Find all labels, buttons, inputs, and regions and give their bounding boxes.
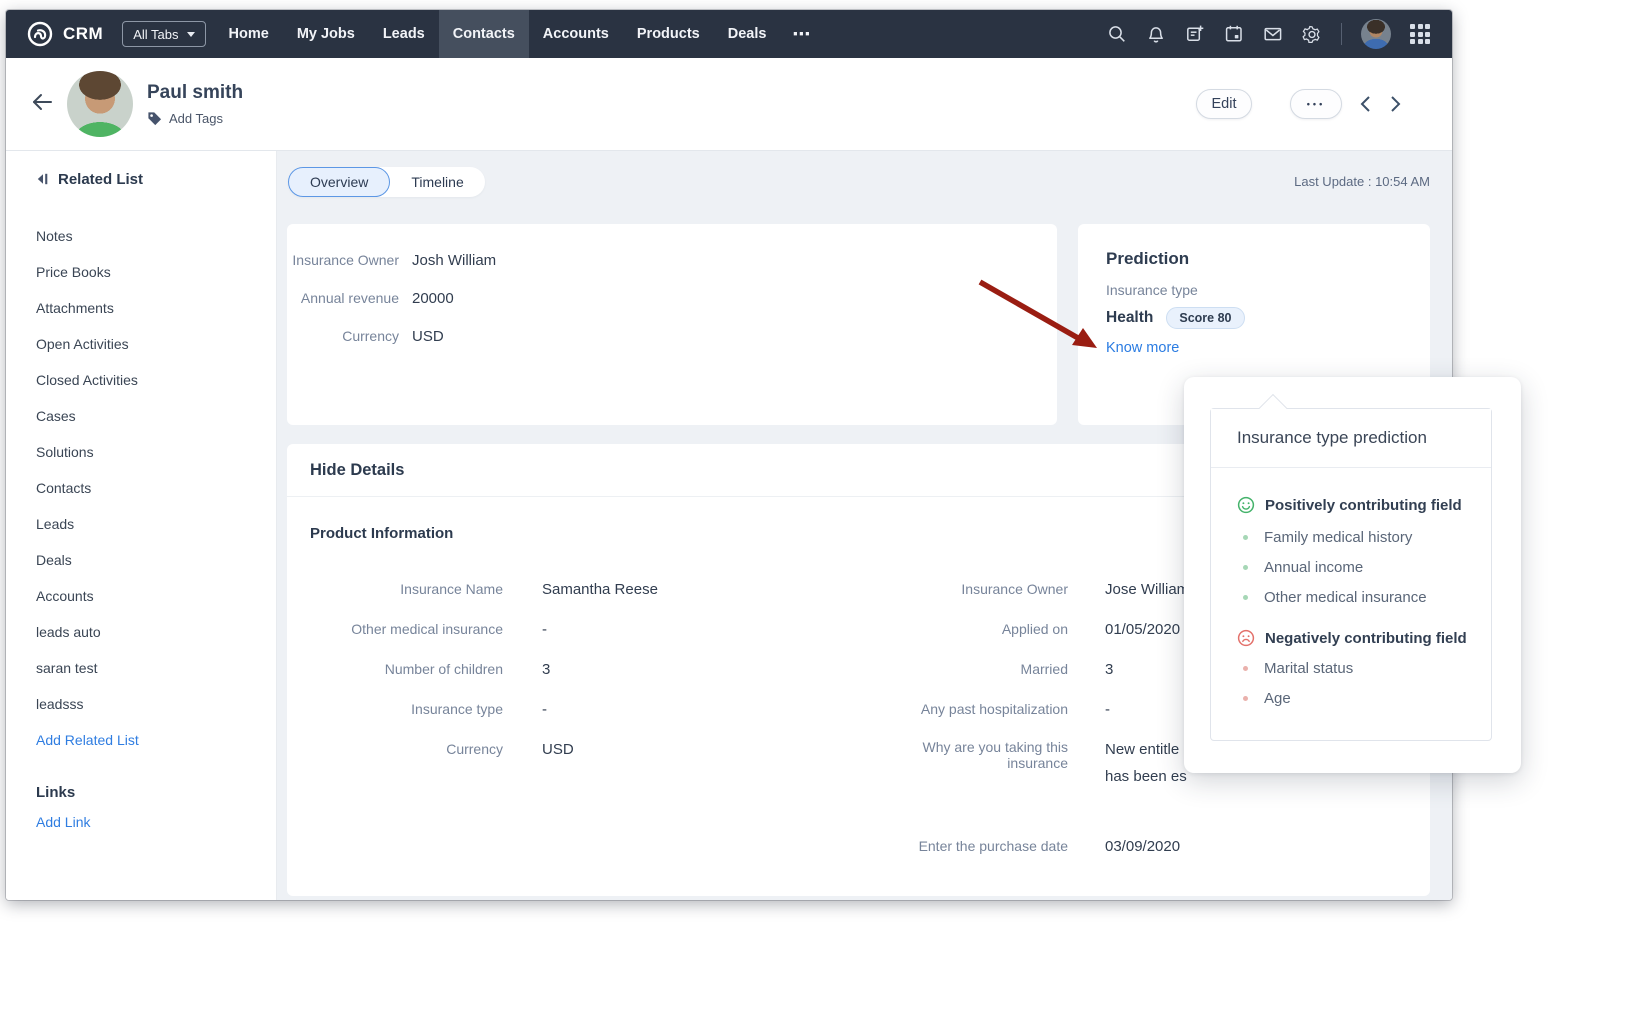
field-row: Enter the purchase date 03/09/2020 [918,837,1181,855]
popup-title: Insurance type prediction [1211,409,1491,468]
nav-item-products[interactable]: Products [623,10,714,58]
settings-gear-icon[interactable] [1302,24,1322,44]
chevron-down-icon [186,31,195,37]
divider [1341,23,1342,45]
prediction-popup-card: Insurance type prediction Positively con… [1210,393,1492,741]
top-nav: CRM All Tabs Home My Jobs Leads Contacts… [6,10,1452,58]
tag-icon [148,112,162,126]
main-menu: Home My Jobs Leads Contacts Accounts Pro… [215,10,824,58]
field-row: Currency USD [342,327,444,345]
sidebar-item-deals[interactable]: Deals [36,542,276,578]
sad-face-icon [1237,629,1255,647]
sidebar-item-accounts[interactable]: Accounts [36,578,276,614]
smiley-face-icon [1237,496,1255,514]
sidebar-item-notes[interactable]: Notes [36,218,276,254]
nav-item-accounts[interactable]: Accounts [529,10,623,58]
view-tabs: Overview Timeline [288,167,485,197]
edit-button[interactable]: Edit [1196,89,1252,119]
tab-timeline[interactable]: Timeline [390,167,484,197]
record-header: Paul smith Add Tags Edit ••• [6,58,1452,151]
record-more-button[interactable]: ••• [1290,89,1342,119]
nav-item-leads[interactable]: Leads [369,10,439,58]
add-tags-button[interactable]: Add Tags [147,111,243,126]
add-related-list-link[interactable]: Add Related List [36,722,276,758]
sidebar-item-open-activities[interactable]: Open Activities [36,326,276,362]
collapse-pin-icon[interactable] [36,173,49,185]
bullet-dot [1243,564,1248,570]
sidebar-item-closed-activities[interactable]: Closed Activities [36,362,276,398]
field-row: Other medical insurance - [351,620,547,638]
predicted-value: Health [1106,309,1154,326]
know-more-link[interactable]: Know more [1106,340,1179,356]
prediction-title: Prediction [1106,249,1190,268]
sidebar-item-leads[interactable]: Leads [36,506,276,542]
compose-note-icon[interactable] [1185,24,1205,44]
mail-icon[interactable] [1263,24,1283,44]
crm-logo-icon [26,20,54,48]
sidebar-item-leadsss[interactable]: leadsss [36,686,276,722]
nav-item-home[interactable]: Home [215,10,283,58]
sidebar-item-price-books[interactable]: Price Books [36,254,276,290]
bullet-dot [1243,534,1248,540]
positive-header-row: Positively contributing field [1237,493,1471,517]
hide-details-toggle[interactable]: Hide Details [310,461,404,480]
related-list-sidebar: Related List Notes Price Books Attachmen… [6,151,277,900]
field-row: Currency USD [446,740,574,758]
contact-name: Paul smith [147,82,244,103]
contact-photo[interactable] [67,71,133,137]
negative-item: Marital status [1237,653,1471,683]
sidebar-item-saran-test[interactable]: saran test [36,650,276,686]
calendar-icon[interactable] [1224,24,1244,44]
summary-card: Insurance Owner Josh William Annual reve… [287,224,1057,425]
back-arrow-icon[interactable] [30,91,54,118]
next-record-icon[interactable] [1389,95,1402,113]
positive-item: Family medical history [1237,522,1471,552]
links-title: Links [36,783,76,801]
nav-item-deals[interactable]: Deals [714,10,781,58]
nav-more-icon[interactable]: ⋯ [780,10,823,58]
field-row: Number of children 3 [384,660,551,678]
score-badge: Score 80 [1166,307,1245,329]
sidebar-item-contacts[interactable]: Contacts [36,470,276,506]
field-row: Insurance Owner Josh William [292,251,497,269]
field-row: Insurance type - [411,700,547,718]
user-avatar[interactable] [1361,19,1391,49]
all-tabs-dropdown[interactable]: All Tabs [122,21,206,47]
bullet-dot [1243,665,1248,671]
last-update-text: Last Update : 10:54 AM [1294,174,1430,189]
sidebar-item-solutions[interactable]: Solutions [36,434,276,470]
negative-header-row: Negatively contributing field [1237,626,1471,650]
sidebar-item-attachments[interactable]: Attachments [36,290,276,326]
prediction-type-label: Insurance type [1106,282,1198,298]
bullet-dot [1243,695,1248,701]
field-row: Insurance Name Samantha Reese [400,580,658,598]
search-icon[interactable] [1107,24,1127,44]
nav-item-my-jobs[interactable]: My Jobs [283,10,369,58]
app-grid-icon[interactable] [1410,24,1430,44]
sidebar-item-cases[interactable]: Cases [36,398,276,434]
brand-title: CRM [63,24,104,43]
add-link-link[interactable]: Add Link [36,808,276,836]
prediction-popup: Insurance type prediction Positively con… [1184,377,1521,773]
positive-item: Other medical insurance [1237,582,1471,612]
negative-item: Age [1237,683,1471,713]
sidebar-item-leads-auto[interactable]: leads auto [36,614,276,650]
tab-overview[interactable]: Overview [288,167,391,197]
nav-item-contacts[interactable]: Contacts [438,10,529,58]
section-title: Product Information [310,524,454,542]
field-row: Annual revenue 20000 [300,289,454,307]
bullet-dot [1243,594,1248,600]
related-list-title: Related List [58,170,144,188]
positive-item: Annual income [1237,552,1471,582]
previous-record-icon[interactable] [1359,95,1372,113]
notifications-bell-icon[interactable] [1146,24,1166,44]
